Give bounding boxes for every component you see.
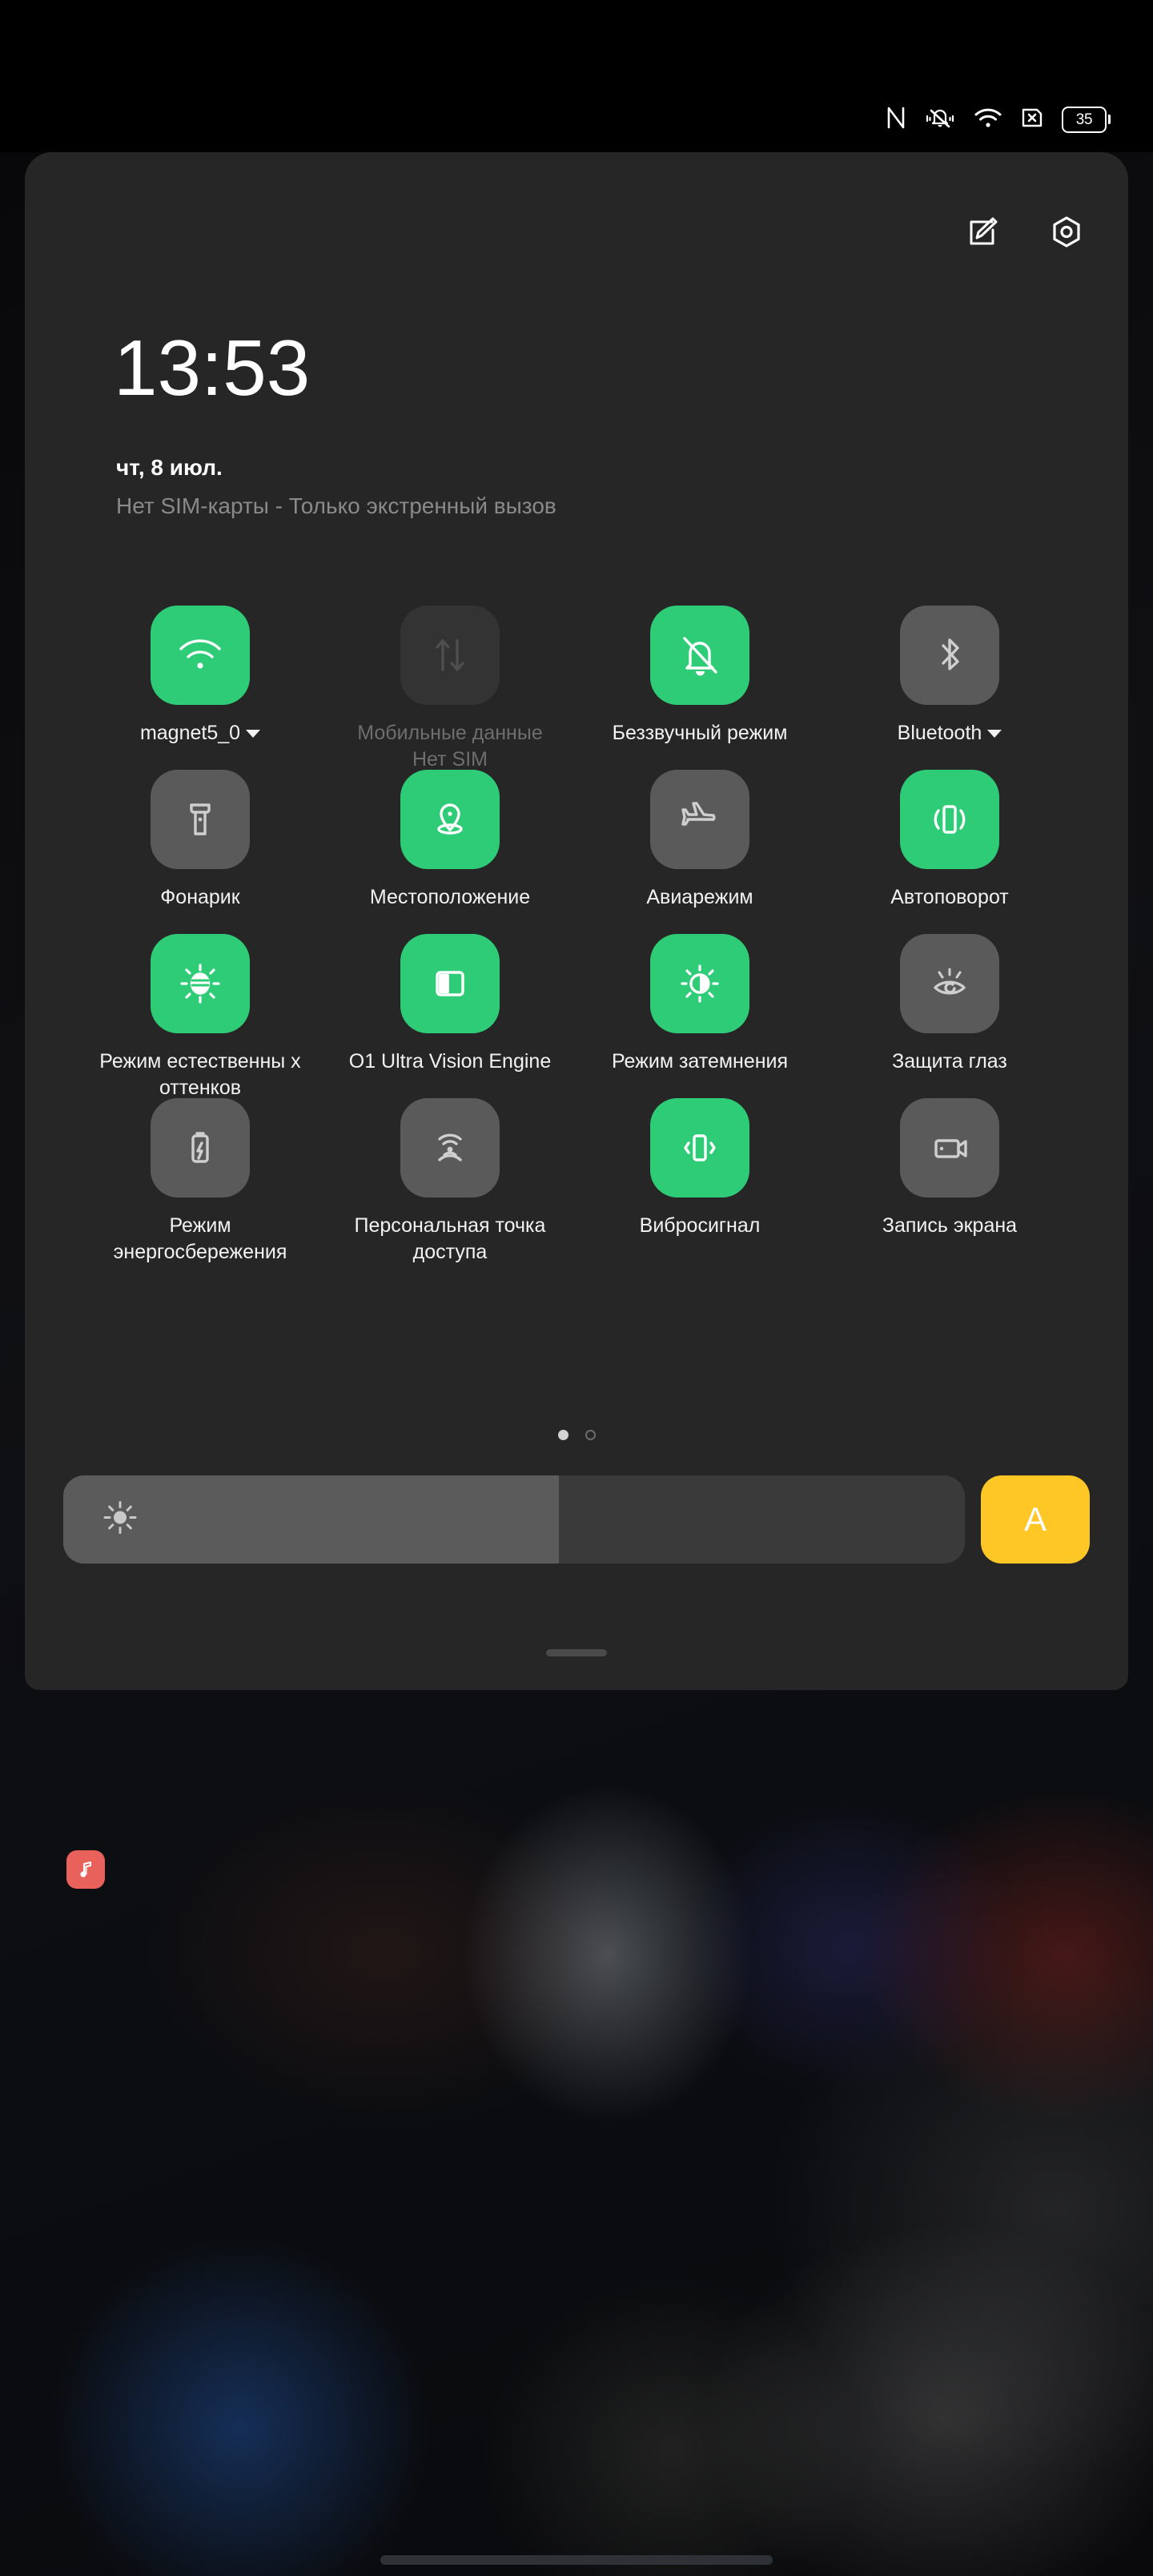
tile-label-text: Автоповорот	[890, 886, 1009, 908]
tile-label-airplane-mode: Авиарежим	[646, 884, 753, 911]
tile-label-text: Режим энергосбережения	[113, 1214, 287, 1263]
tile-label-text: Беззвучный режим	[612, 722, 788, 744]
half-sun-icon	[650, 934, 749, 1033]
tile-label-vibrate: Вибросигнал	[640, 1213, 761, 1239]
tile-vibrate[interactable]: Вибросигнал	[575, 1098, 825, 1262]
location-pin-icon	[400, 770, 500, 869]
tile-location[interactable]: Местоположение	[325, 770, 575, 934]
tile-label-mobile-data: Мобильные данные	[357, 720, 543, 747]
eye-icon	[900, 934, 999, 1033]
page-dot-1[interactable]	[557, 1430, 568, 1440]
tile-label-text: Местоположение	[369, 886, 531, 908]
nfc-icon	[886, 106, 906, 134]
wifi-icon	[151, 606, 250, 705]
tile-label-o1-ultra-vision: O1 Ultra Vision Engine	[349, 1049, 551, 1075]
lock-clock: 13:53	[114, 324, 311, 412]
tile-label-text: Фонарик	[160, 886, 240, 908]
tile-label-text: Режим естественны х оттенков	[99, 1050, 301, 1099]
tile-label-text: Мобильные данные	[357, 722, 543, 744]
tile-dimming-mode[interactable]: Режим затемнения	[575, 934, 825, 1098]
tile-label-natural-tone: Режим естественны х оттенков	[86, 1049, 315, 1101]
sun-stripes-icon	[151, 934, 250, 1033]
tile-label-text: Защита глаз	[892, 1050, 1007, 1073]
status-bar: 35	[0, 0, 1153, 152]
panel-header	[966, 215, 1084, 254]
tile-label-location: Местоположение	[370, 884, 530, 911]
music-note-icon[interactable]	[66, 1850, 105, 1889]
tile-label-text: magnet5_0	[139, 722, 241, 744]
tile-eye-protection[interactable]: Защита глаз	[825, 934, 1075, 1098]
tile-screen-record[interactable]: Запись экрана	[825, 1098, 1075, 1262]
tile-airplane-mode[interactable]: Авиарежим	[575, 770, 825, 934]
split-screen-icon	[400, 934, 500, 1033]
tile-silent-mode[interactable]: Беззвучный режим	[575, 606, 825, 770]
battery-level-text: 35	[1075, 111, 1093, 128]
tile-label-auto-rotate: Автоповорот	[890, 884, 1009, 911]
lock-date: чт, 8 июл.	[116, 455, 223, 480]
tile-label-eye-protection: Защита глаз	[892, 1049, 1007, 1075]
bell-slash-icon	[650, 606, 749, 705]
camcorder-icon	[900, 1098, 999, 1197]
brightness-sun-icon	[102, 1499, 139, 1540]
tile-label-silent-mode: Беззвучный режим	[613, 720, 788, 747]
chevron-down-icon[interactable]	[987, 730, 1002, 738]
auto-rotate-icon	[900, 770, 999, 869]
flashlight-icon	[151, 770, 250, 869]
tile-o1-ultra-vision[interactable]: O1 Ultra Vision Engine	[325, 934, 575, 1098]
brightness-slider[interactable]	[63, 1475, 965, 1564]
tile-label-text: Режим затемнения	[611, 1050, 789, 1073]
tile-label-wifi: magnet5_0	[139, 720, 261, 747]
silent-bell-icon	[924, 106, 956, 134]
chevron-down-icon[interactable]	[246, 730, 261, 738]
hotspot-icon	[400, 1098, 500, 1197]
tile-bluetooth[interactable]: Bluetooth	[825, 606, 1075, 770]
no-sim-icon	[1020, 106, 1044, 134]
tile-label-screen-record: Запись экрана	[882, 1213, 1017, 1239]
tile-wifi[interactable]: magnet5_0	[75, 606, 325, 770]
tile-label-text: Bluetooth	[897, 722, 982, 744]
quick-settings-panel: 13:53 чт, 8 июл. Нет SIM-карты - Только …	[25, 152, 1128, 1690]
quick-settings-tile-grid: magnet5_0 Мобильные данные Нет SIM Беззвучн…	[75, 606, 1076, 1263]
auto-brightness-label: A	[1023, 1500, 1047, 1538]
data-transfer-icon	[400, 606, 500, 705]
airplane-icon	[650, 770, 749, 869]
bluetooth-icon	[900, 606, 999, 705]
navigation-gesture-bar[interactable]	[380, 2555, 773, 2565]
tile-hotspot[interactable]: Персональная точка доступа	[325, 1098, 575, 1263]
tile-label-text: Запись экрана	[882, 1214, 1018, 1237]
page-indicator	[25, 1430, 1128, 1440]
tile-label-text: Персональная точка доступа	[354, 1214, 546, 1263]
edit-tiles-icon[interactable]	[966, 215, 1001, 254]
vibrate-icon	[650, 1098, 749, 1197]
brightness-row: A	[63, 1475, 1090, 1564]
tile-flashlight[interactable]: Фонарик	[75, 770, 325, 934]
tile-label-hotspot: Персональная точка доступа	[336, 1213, 564, 1266]
tile-label-flashlight: Фонарик	[160, 884, 239, 911]
tile-natural-tone[interactable]: Режим естественны х оттенков	[75, 934, 325, 1101]
status-bar-icons: 35	[886, 106, 1111, 134]
panel-drag-handle[interactable]	[546, 1649, 607, 1656]
tile-label-bluetooth: Bluetooth	[898, 720, 1002, 747]
tile-auto-rotate[interactable]: Автоповорот	[825, 770, 1075, 934]
tile-battery-saver[interactable]: Режим энергосбережения	[75, 1098, 325, 1263]
wifi-icon	[974, 106, 1002, 134]
tile-mobile-data[interactable]: Мобильные данные Нет SIM	[325, 606, 575, 771]
gear-icon[interactable]	[1049, 215, 1084, 254]
page-dot-2[interactable]	[585, 1430, 596, 1440]
tile-label-text: O1 Ultra Vision Engine	[348, 1050, 552, 1073]
tile-label-dimming-mode: Режим затемнения	[612, 1049, 788, 1075]
carrier-status-text: Нет SIM-карты - Только экстренный вызов	[116, 493, 556, 518]
auto-brightness-button[interactable]: A	[981, 1475, 1090, 1564]
tile-label-text: Авиарежим	[646, 886, 753, 908]
tile-label-text: Вибросигнал	[639, 1214, 761, 1237]
battery-bolt-icon	[151, 1098, 250, 1197]
tile-label-battery-saver: Режим энергосбережения	[86, 1213, 315, 1266]
battery-indicator: 35	[1062, 107, 1111, 133]
